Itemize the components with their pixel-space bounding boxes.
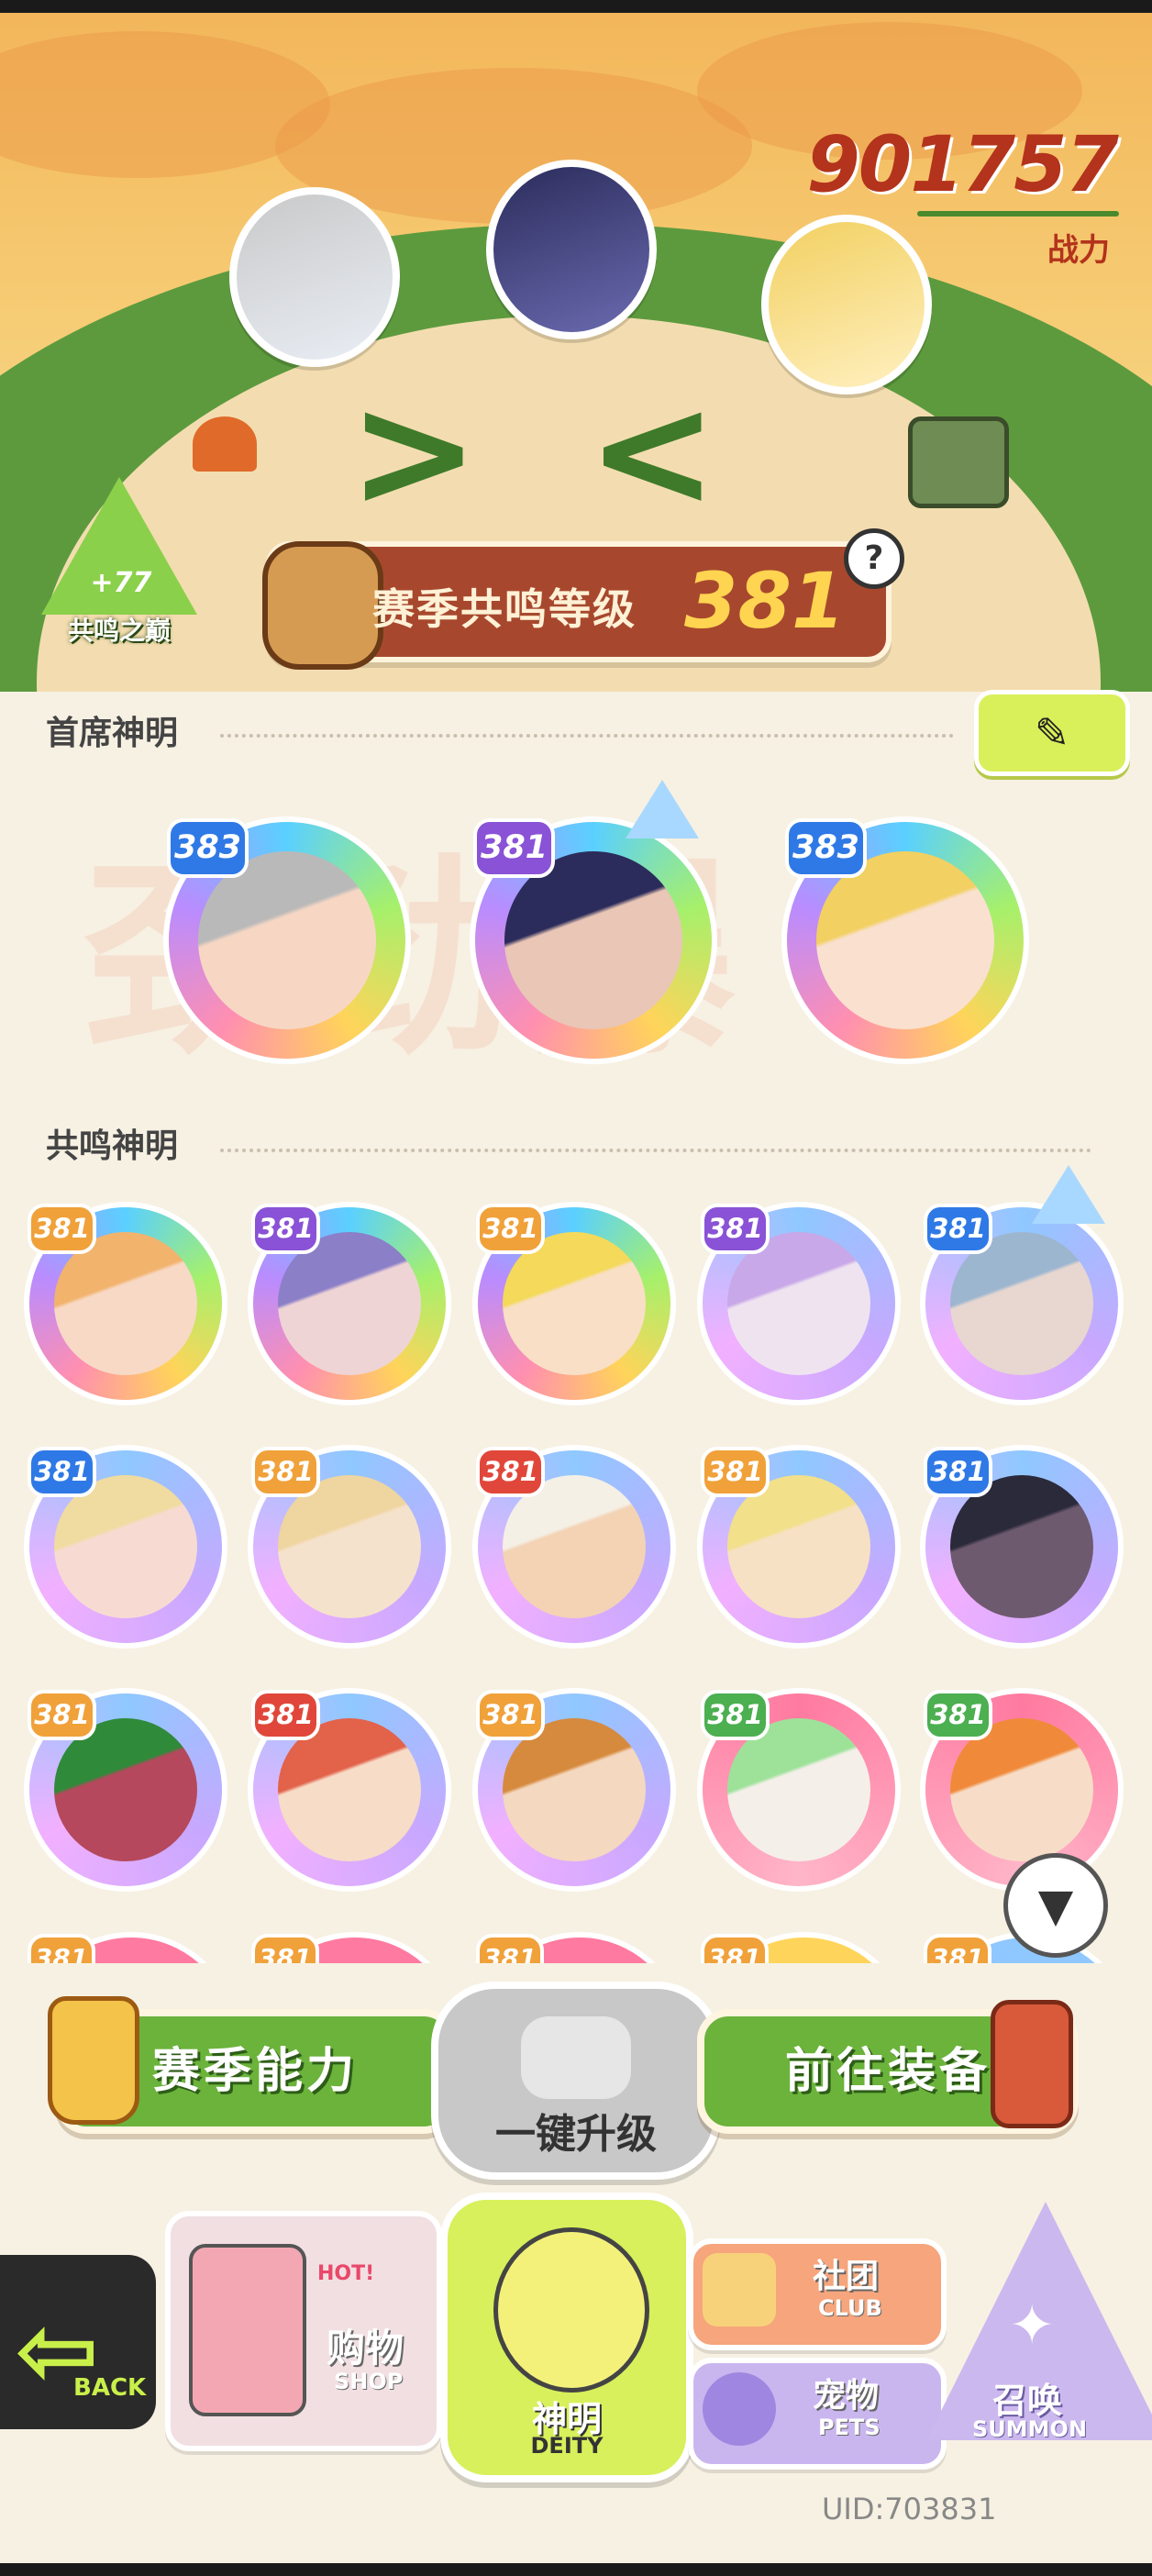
power-underline	[917, 211, 1119, 217]
one-key-upgrade-button[interactable]: 一键升级	[431, 1982, 721, 2180]
level-badge: 381	[28, 1204, 96, 1254]
season-level-value: 381	[684, 556, 846, 646]
summon-label: 召唤	[992, 2381, 1063, 2421]
hammer-icon	[991, 2000, 1073, 2128]
level-badge: 381	[701, 1447, 770, 1497]
deity-portrait	[198, 851, 376, 1029]
deity-portrait	[504, 851, 682, 1029]
level-badge: 383	[785, 818, 867, 878]
level-badge: 381	[251, 1934, 319, 1963]
level-badge: 381	[924, 1447, 992, 1497]
level-badge: 381	[701, 1934, 769, 1963]
drum-icon	[262, 541, 383, 670]
star-icon: ✦	[1009, 2293, 1056, 2358]
nav-deity[interactable]: 神明 DEITY	[440, 2193, 693, 2482]
pets-label-en: PETS	[818, 2415, 881, 2440]
resonance-peak-badge[interactable]: +77 共鸣之巅	[37, 477, 202, 646]
level-badge: 383	[167, 818, 249, 878]
club-label: 社团	[813, 2258, 880, 2295]
crown-icon	[1032, 1165, 1105, 1224]
back-label: BACK	[73, 2374, 147, 2402]
chief-deity-title: 首席神明	[46, 715, 179, 752]
level-badge: 381	[28, 1690, 96, 1740]
one-key-upgrade-label: 一键升级	[495, 2111, 657, 2158]
nav-pets[interactable]: 宠物 PETS	[688, 2358, 947, 2470]
nav-shop[interactable]: HOT! 购物 SHOP	[165, 2211, 442, 2451]
shop-label: 购物	[327, 2326, 404, 2371]
upgrade-arrow-icon	[521, 2016, 631, 2099]
level-badge: 381	[476, 1204, 545, 1254]
level-badge: 381	[251, 1447, 320, 1497]
power-value: 901757	[806, 119, 1119, 209]
nav-club[interactable]: 社团 CLUB	[688, 2238, 947, 2350]
chevron-left-icon: <	[587, 361, 718, 543]
level-badge: 381	[28, 1447, 96, 1497]
status-bar	[0, 0, 1152, 13]
level-badge: 381	[701, 1690, 770, 1740]
summon-label-en: SUMMON	[972, 2416, 1088, 2442]
divider	[220, 1149, 1091, 1152]
team-deity-1[interactable]	[229, 187, 400, 367]
home-indicator-bar	[0, 2563, 1152, 2576]
deity-label-en: DEITY	[530, 2433, 604, 2459]
team-deity-3[interactable]	[761, 215, 932, 394]
season-ability-label: 赛季能力	[151, 2044, 358, 2099]
level-badge: 381	[473, 818, 555, 878]
help-button[interactable]: ?	[844, 528, 904, 589]
pet-icon	[703, 2372, 776, 2446]
radio-icon	[908, 416, 1009, 508]
goto-equipment-label: 前往装备	[784, 2044, 991, 2099]
level-badge: 381	[28, 1934, 95, 1963]
level-badge: 381	[701, 1204, 770, 1254]
deity-mascot-icon	[493, 2227, 649, 2393]
level-badge: 381	[924, 1934, 991, 1963]
filter-icon[interactable]: ▼	[1003, 1853, 1108, 1958]
resonance-deity-title: 共鸣神明	[46, 1127, 179, 1165]
level-badge: 381	[924, 1690, 992, 1740]
season-level-banner: 赛季共鸣等级 381	[262, 541, 892, 670]
level-badge: 381	[476, 1447, 545, 1497]
deity-portrait	[816, 851, 994, 1029]
user-id: UID:703831	[822, 2492, 997, 2526]
shop-hot-badge: HOT!	[317, 2262, 375, 2285]
peak-value: +77	[90, 567, 152, 599]
season-level-label: 赛季共鸣等级	[372, 584, 637, 634]
level-badge: 381	[924, 1204, 992, 1254]
vending-machine-icon	[189, 2244, 306, 2416]
club-label-en: CLUB	[818, 2295, 882, 2321]
power-label: 战力	[1047, 232, 1110, 269]
club-icon	[703, 2253, 776, 2326]
peak-label: 共鸣之巅	[67, 616, 171, 646]
level-badge: 381	[476, 1934, 544, 1963]
level-badge: 381	[251, 1690, 320, 1740]
back-button[interactable]: ⇦ BACK	[0, 2255, 156, 2429]
team-deity-2[interactable]	[486, 160, 657, 339]
crown-icon	[626, 780, 699, 838]
divider	[220, 734, 954, 738]
edit-button[interactable]: ✎	[974, 690, 1130, 776]
level-badge: 381	[251, 1204, 320, 1254]
pets-label: 宠物	[813, 2377, 880, 2415]
pencil-icon: ✎	[1034, 708, 1070, 758]
level-badge: 381	[476, 1690, 545, 1740]
drink-icon	[48, 1996, 139, 2125]
partial-deity-row: 381 381 381 381 381	[0, 1926, 1152, 1963]
shop-label-en: SHOP	[334, 2369, 404, 2394]
flower-icon	[193, 416, 257, 472]
chevron-right-icon: >	[349, 361, 480, 543]
